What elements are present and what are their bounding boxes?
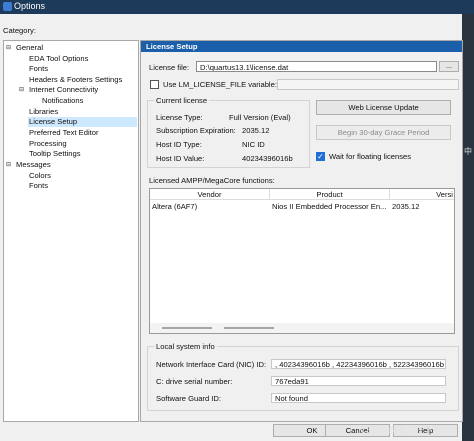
horizontal-scrollbar[interactable] [150, 323, 454, 333]
license-type-value: Full Version (Eval) [229, 113, 291, 122]
tree-item-internet-connectivity[interactable]: Internet Connectivity [29, 85, 98, 95]
collapse-internet-icon[interactable]: ⊟ [19, 87, 25, 93]
column-header-vendor[interactable]: Vendor [150, 189, 270, 200]
product-cell[interactable]: Nios II Embedded Processor En... [270, 202, 390, 212]
wait-floating-label: Wait for floating licenses [329, 152, 412, 161]
version-cell[interactable]: 2035.12 [390, 202, 442, 212]
tree-item-eda-tool-options[interactable]: EDA Tool Options [29, 54, 88, 64]
column-header-version[interactable]: Versi [390, 189, 454, 200]
tree-item-license-setup[interactable]: License Setup [28, 117, 137, 127]
ampp-table[interactable]: Vendor Product Versi Altera (6AF7) Nios … [149, 188, 455, 334]
tree-item-message-fonts[interactable]: Fonts [29, 181, 48, 191]
tree-item-processing[interactable]: Processing [29, 139, 67, 149]
tree-item-notifications[interactable]: Notifications [42, 96, 83, 106]
tree-item-general[interactable]: General [16, 43, 43, 53]
license-file-label: License file: [149, 63, 190, 72]
host-id-type-label: Host ID Type: [156, 140, 202, 149]
license-type-label: License Type: [156, 113, 203, 122]
host-id-value: 40234396016b [242, 154, 293, 163]
background-strip: 中 [462, 14, 474, 441]
scrollbar-thumb-right[interactable] [224, 327, 274, 329]
tree-item-libraries[interactable]: Libraries [29, 107, 58, 117]
drive-serial-value: 767eda91 [271, 376, 446, 386]
license-file-input[interactable]: D:\quartus13.1\license.dat [196, 61, 437, 72]
current-license-title: Current license [154, 96, 210, 105]
collapse-general-icon[interactable]: ⊟ [6, 45, 12, 51]
column-header-product[interactable]: Product [270, 189, 390, 200]
license-setup-panel: License Setup License file: D:\quartus13… [140, 40, 463, 422]
tree-item-fonts[interactable]: Fonts [29, 64, 48, 74]
software-guard-value: Not found [271, 393, 446, 403]
use-env-label: Use LM_LICENSE_FILE variable: [163, 80, 277, 89]
panel-title: License Setup [146, 42, 198, 51]
vendor-cell[interactable]: Altera (6AF7) [150, 202, 270, 212]
title-bar: Options [0, 0, 474, 14]
software-guard-label: Software Guard ID: [156, 394, 221, 403]
subscription-value: 2035.12 [242, 126, 270, 135]
subscription-label: Subscription Expiration: [156, 126, 236, 135]
browse-button[interactable]: ... [439, 61, 459, 72]
nic-id-label: Network Interface Card (NIC) ID: [156, 360, 267, 369]
env-variable-input[interactable] [277, 79, 459, 90]
local-info-title: Local system info [154, 342, 217, 351]
tree-item-preferred-text-editor[interactable]: Preferred Text Editor [29, 128, 99, 138]
tree-item-tooltip-settings[interactable]: Tooltip Settings [29, 149, 81, 159]
background-char: 中 [464, 147, 472, 156]
nic-id-value: , 40234396016b , 42234396016b , 52234396… [271, 359, 446, 369]
category-tree[interactable]: ⊟ General EDA Tool Options Fonts Headers… [3, 40, 139, 422]
category-label: Category: [3, 26, 36, 35]
grace-period-button[interactable]: Begin 30-day Grace Period [316, 125, 451, 140]
host-id-value-label: Host ID Value: [156, 154, 205, 163]
wait-floating-checkbox[interactable]: ✓ [316, 152, 325, 161]
window-title: Options [14, 1, 46, 11]
ampp-title: Licensed AMPP/MegaCore functions: [149, 176, 275, 185]
host-id-type-value: NIC ID [242, 140, 265, 149]
panel-header: License Setup [141, 41, 462, 52]
scrollbar-thumb-left[interactable] [162, 327, 212, 329]
tree-item-colors[interactable]: Colors [29, 171, 51, 181]
drive-serial-label: C: drive serial number: [156, 377, 233, 386]
tree-item-messages[interactable]: Messages [16, 160, 51, 170]
app-icon [3, 2, 12, 11]
collapse-messages-icon[interactable]: ⊟ [6, 162, 12, 168]
use-env-checkbox[interactable] [150, 80, 159, 89]
tree-item-headers-footers[interactable]: Headers & Footers Settings [29, 75, 122, 85]
web-license-update-button[interactable]: Web License Update [316, 100, 451, 115]
watermark: CSDN @周末在下雨 [360, 425, 443, 435]
